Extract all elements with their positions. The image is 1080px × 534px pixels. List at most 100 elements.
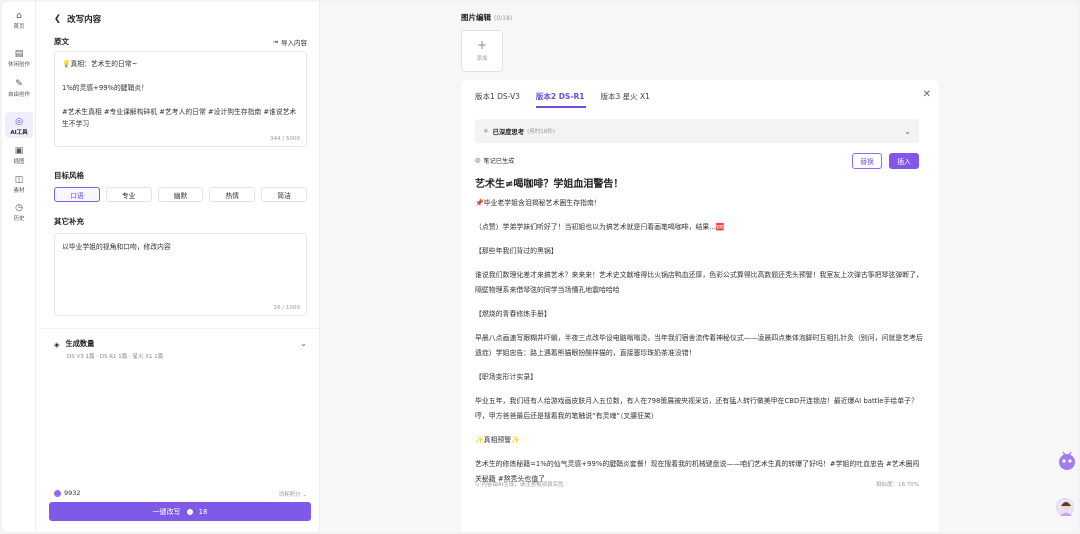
rewrite-submit-button[interactable]: 一键改写 18 [49, 502, 311, 521]
credit-rules-label: 消耗积分 [278, 492, 301, 498]
generated-label: 笔记已生成 [483, 158, 515, 165]
generated-status: ◎ 笔记已生成 [475, 156, 514, 165]
import-label: 导入内容 [281, 39, 307, 47]
generation-count-header: ◈ 生成数量 [54, 339, 307, 349]
nav-item-home[interactable]: ⌂ 首页 [2, 10, 36, 30]
nav-item-ai-tools[interactable]: ◎ AI工具 [2, 116, 36, 136]
image-icon: ▣ [14, 146, 24, 156]
article-subheading: 【那些年我们背过的黑锅】 [475, 247, 558, 255]
panel-header: ❮ 改写内容 [54, 13, 101, 25]
article-title: 艺术生≠喝咖啡？学姐血泪警告！ [475, 179, 624, 190]
import-button[interactable]: ⇥ 导入内容 [273, 37, 307, 47]
article-paragraph: （点赞）学弟学妹们听好了！当初姐也以为搞艺术就是闩着画笔喝咖啡，结果...🆘 [475, 223, 725, 231]
original-textarea[interactable]: 💡真相：艺术生的日常~ 1%的灵感+99%的腱鞘炎！ #艺术生真相 #专业课解构… [54, 51, 307, 147]
article-subheading: ✨真相预警✨ [475, 436, 520, 444]
tab-version-3[interactable]: 版本3 星火 X1 [600, 91, 649, 102]
nav-item-label: 休闲创作 [7, 62, 30, 68]
active-tab-indicator [536, 106, 586, 108]
nav-item-history[interactable]: ◷ 历史 [2, 202, 36, 222]
insert-button[interactable]: 插入 [889, 153, 919, 169]
nav-item-label: 插图 [13, 159, 25, 165]
nav-item-material[interactable]: ◫ 素材 [2, 174, 36, 194]
article-subheading: 【燃烧的青春修炼手册】 [475, 310, 551, 318]
thinking-icon: ⚛ [483, 127, 489, 135]
similarity-score: 相似度：18.70% [876, 482, 919, 488]
credits-balance: 9932 [54, 489, 81, 497]
nav-item-casual[interactable]: ▤ 休闲创作 [2, 48, 36, 68]
back-icon[interactable]: ❮ [54, 14, 61, 24]
nav-item-illustration[interactable]: ▣ 插图 [2, 145, 36, 165]
thinking-duration: (用时18秒) [527, 129, 555, 135]
nav-item-label: 首页 [13, 24, 25, 30]
style-options: 口语 专业 幽默 热情 简洁 [54, 187, 307, 202]
ai-disclaimer: ⊙ 内容由AI生成，请注意甄别真实性 [475, 482, 564, 488]
article-body: 📌毕业老学姐含泪揭秘艺术圈生存指南！ （点赞）学弟学妹们听好了！当初姐也以为搞艺… [475, 196, 923, 496]
coin-icon [54, 489, 61, 497]
ai-icon: ◎ [15, 117, 23, 127]
style-option-professional[interactable]: 专业 [105, 187, 152, 202]
article-subheading: 【职场变形计实录】 [475, 373, 538, 381]
style-option-passionate[interactable]: 热情 [209, 187, 256, 202]
style-option-humorous[interactable]: 幽默 [157, 187, 204, 202]
robot-assistant-icon[interactable] [1058, 447, 1076, 473]
add-image-button[interactable]: + 添加 [461, 30, 503, 72]
image-count: (0/18) [494, 15, 513, 22]
extra-textarea[interactable]: 以毕业学姐的视角和口吻，修改内容 16 / 1000 [54, 233, 307, 316]
rewrite-panel: ❮ 改写内容 原文 ⇥ 导入内容 💡真相：艺术生的日常~ 1%的灵感+99%的腱… [42, 2, 320, 532]
replace-button[interactable]: 替换 [852, 153, 882, 169]
import-icon: ⇥ [272, 38, 278, 46]
chevron-down-icon: ⌄ [300, 339, 307, 348]
check-circle-icon: ◎ [475, 157, 481, 164]
tab-version-2[interactable]: 版本2 DS-R1 [536, 91, 585, 102]
app-window: ⌂ 首页 ▤ 休闲创作 ✎ 自由创作 ◎ AI工具 ▣ 插图 ◫ 素材 ◷ 历史 [2, 2, 1078, 532]
avatar[interactable] [1056, 498, 1074, 516]
nav-item-label: 素材 [13, 188, 25, 194]
add-image-label: 添加 [476, 56, 488, 62]
section-divider [42, 328, 320, 329]
nav-item-label: AI工具 [10, 130, 28, 136]
tab-version-1[interactable]: 版本1 DS-V3 [475, 91, 520, 102]
deep-thinking-panel[interactable]: ⚛ 已深度思考 (用时18秒) ⌄ [475, 119, 919, 143]
image-edit-header: 图片编辑 (0/18) [461, 12, 512, 23]
credit-rules-link[interactable]: 消耗积分 ⌄ [279, 490, 307, 498]
credits-value: 9932 [64, 489, 81, 497]
article-paragraph: 毕业五年，我们班有人给游戏画皮肤月入五位数，有人在798策展被央视采访，还有猛人… [475, 397, 918, 420]
image-edit-title: 图片编辑 [461, 13, 491, 22]
nav-rail: ⌂ 首页 ▤ 休闲创作 ✎ 自由创作 ◎ AI工具 ▣ 插图 ◫ 素材 ◷ 历史 [2, 2, 36, 532]
chevron-down-icon: ⌄ [904, 126, 911, 136]
thinking-label: 已深度思考 [492, 128, 525, 136]
nav-item-label: 历史 [13, 216, 25, 222]
style-option-concise[interactable]: 简洁 [261, 187, 307, 202]
plus-icon: + [476, 38, 488, 52]
coin-icon [186, 508, 193, 515]
submit-cost: 18 [198, 507, 208, 516]
nav-item-free[interactable]: ✎ 自由创作 [2, 78, 36, 98]
result-area: 图片编辑 (0/18) + 添加 版本1 DS-V3 版本2 DS-R1 版本3 … [320, 2, 1078, 532]
article-paragraph: 早晨八点画速写跟糊井吓躺，半夜三点改毕设电脑嗡嗡烫，当年我们宿舍流传着神秘仪式—… [475, 334, 923, 357]
pen-icon: ✎ [15, 79, 23, 89]
result-footer: ⊙ 内容由AI生成，请注意甄别真实性 相似度：18.70% [475, 480, 919, 488]
extra-text: 以毕业学姐的视角和口吻，修改内容 [62, 243, 171, 251]
style-option-colloquial[interactable]: 口语 [54, 187, 100, 202]
extra-label: 其它补充 [54, 217, 84, 226]
result-card: 版本1 DS-V3 版本2 DS-R1 版本3 星火 X1 ✕ ⚛ 已深度思考 … [461, 80, 939, 532]
material-icon: ◫ [14, 175, 24, 185]
home-icon: ⌂ [16, 11, 22, 21]
history-icon: ◷ [15, 203, 23, 213]
article-paragraph: 📌毕业老学姐含泪揭秘艺术圈生存指南！ [475, 199, 601, 207]
original-char-count: 344 / 5000 [270, 136, 300, 142]
nav-item-label: 自由创作 [7, 92, 30, 98]
extra-char-count: 16 / 1000 [273, 305, 300, 311]
close-icon[interactable]: ✕ [923, 89, 931, 100]
generation-count-selector[interactable]: ◈ 生成数量 DS V3 1篇 · DS R1 1篇 · 星火 X1 1篇 ⌄ [54, 339, 307, 360]
generation-count-title: 生成数量 [65, 339, 95, 348]
submit-label: 一键改写 [152, 507, 181, 516]
article-paragraph: 谁说我们数理化差才来搞艺术？来来来！艺术史文献堆得比火锅店鸭血还厚，色彩公式算得… [475, 271, 923, 294]
style-label: 目标风格 [54, 171, 84, 180]
generation-count-summary: DS V3 1篇 · DS R1 1篇 · 星火 X1 1篇 [67, 354, 164, 360]
original-label: 原文 [54, 37, 69, 46]
panel-title: 改写内容 [67, 15, 102, 25]
cube-icon: ◈ [54, 339, 60, 349]
version-tabs: 版本1 DS-V3 版本2 DS-R1 版本3 星火 X1 [475, 91, 650, 102]
document-icon: ▤ [14, 49, 24, 59]
